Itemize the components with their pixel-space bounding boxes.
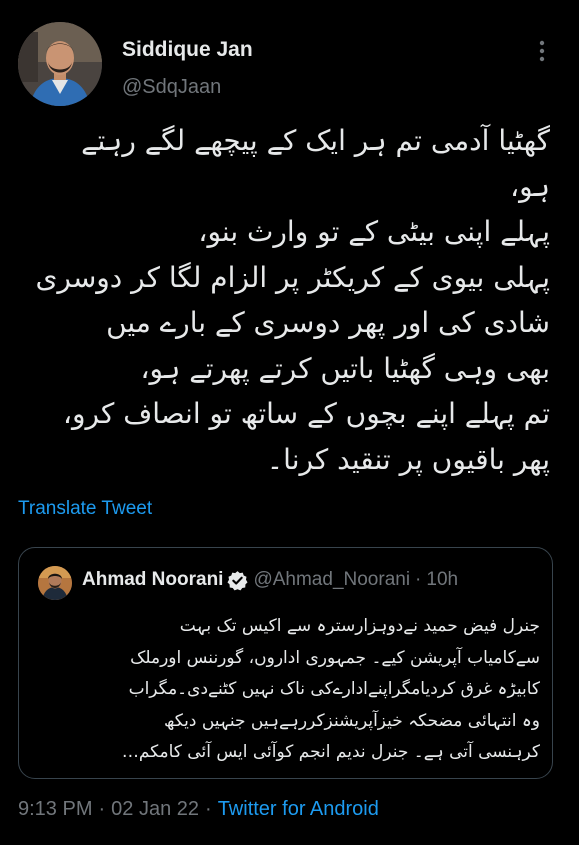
- quoted-text-line: کابیڑہ غرق کردیامگراپنےادارےکی ناک نہیں …: [128, 679, 540, 699]
- tweet-date[interactable]: 02 Jan 22: [111, 798, 199, 820]
- quoted-author-handle[interactable]: @Ahmad_Noorani: [253, 569, 410, 591]
- quoted-text-line: وہ انتہائی مضحکہ خیزآپریشنزکررہےہیں جنہی…: [164, 710, 540, 731]
- quoted-tweet-text: جنرل فیض حمید نےدوہزارسترہ سے اکیس تک بہ…: [33, 611, 540, 769]
- verified-badge-icon: [227, 570, 248, 591]
- tweet-body: گھٹیا آدمی تم ہر ایک کے پیچھے لگے رہتے ہ…: [14, 118, 550, 482]
- tweet: Siddique Jan @SdqJaan گھٹیا آدمی تم ہر ا…: [0, 0, 579, 845]
- tweet-meta: 9:13 PM · 02 Jan 22 · Twitter for Android: [18, 798, 379, 821]
- quoted-author-avatar[interactable]: [38, 566, 72, 600]
- quoted-text-line: جنرل فیض حمید نےدوہزارسترہ سے اکیس تک بہ…: [179, 616, 540, 636]
- quoted-tweet-time[interactable]: 10h: [426, 569, 458, 591]
- author-avatar[interactable]: [18, 22, 102, 106]
- separator-dot: ·: [98, 798, 106, 820]
- author-display-name[interactable]: Siddique Jan: [122, 38, 253, 62]
- tweet-body-line: پھر باقیوں پر تنقید کرنا۔: [266, 442, 550, 476]
- tweet-body-line: ہو،: [510, 169, 550, 203]
- tweet-body-line: تم پہلے اپنے بچوں کے ساتھ تو انصاف کرو،: [62, 397, 550, 430]
- quoted-tweet-card[interactable]: Ahmad Noorani @Ahmad_Noorani · 10h جنرل …: [18, 547, 553, 779]
- tweet-body-line: پہلے اپنی بیٹی کے تو وارث بنو،: [198, 215, 550, 248]
- more-vertical-icon[interactable]: [530, 38, 554, 64]
- quoted-text-line: کرہنسی آتی ہے۔ جنرل ندیم انجم کوآئی ایس …: [121, 742, 540, 762]
- tweet-body-line: گھٹیا آدمی تم ہر ایک کے پیچھے لگے رہتے: [81, 124, 550, 157]
- tweet-body-line: بھی وہی گھٹیا باتیں کرتے پھرتے ہو،: [140, 351, 551, 385]
- author-handle[interactable]: @SdqJaan: [122, 76, 221, 99]
- translate-tweet-link[interactable]: Translate Tweet: [18, 498, 152, 520]
- quoted-tweet-header: Ahmad Noorani @Ahmad_Noorani · 10h: [82, 569, 458, 591]
- tweet-source-link[interactable]: Twitter for Android: [218, 798, 379, 820]
- quoted-text-line: سےکامیاب آپریشن کیے۔ جمہوری اداروں، گورن…: [130, 647, 540, 668]
- tweet-body-line: شادی کی اور پھر دوسری کے بارے میں: [106, 306, 550, 339]
- separator-dot: ·: [205, 798, 212, 820]
- tweet-body-line: پہلی بیوی کے کریکٹر پر الزام لگا کر دوسر…: [35, 260, 550, 294]
- quoted-author-display-name[interactable]: Ahmad Noorani: [82, 569, 223, 591]
- separator-dot: ·: [415, 569, 422, 590]
- tweet-time[interactable]: 9:13 PM: [18, 798, 92, 820]
